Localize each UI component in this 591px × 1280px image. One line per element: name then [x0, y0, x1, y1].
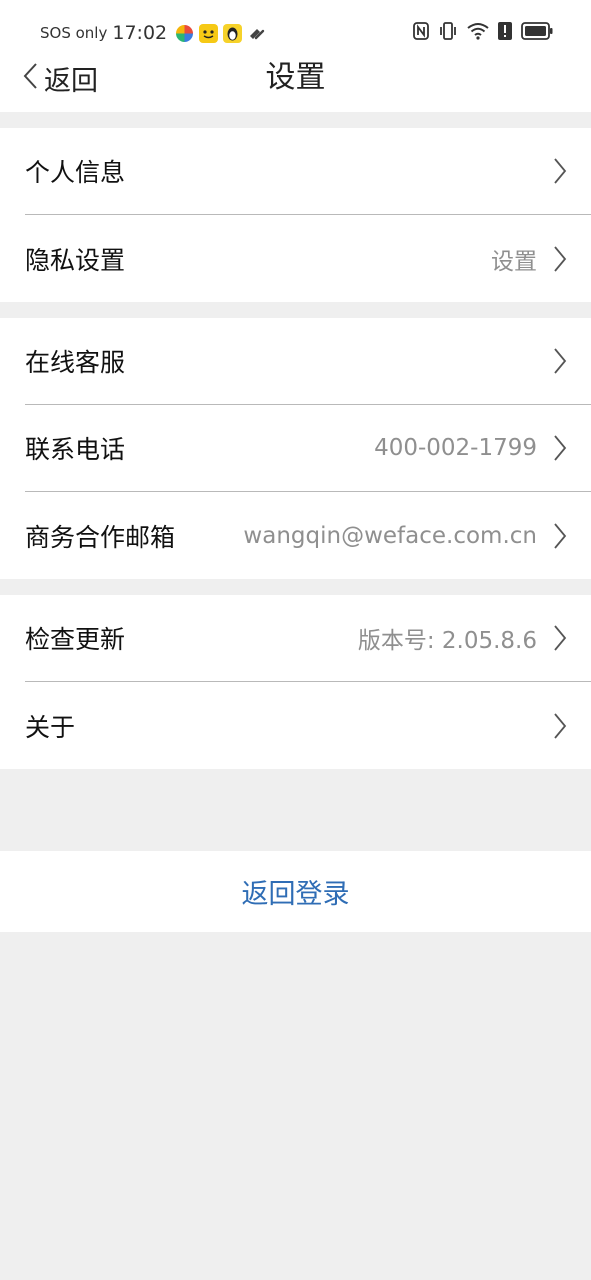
app-badge-icon: [247, 24, 266, 43]
privacy-settings-row[interactable]: 隐私设置 设置: [25, 215, 591, 302]
page-title: 设置: [265, 60, 326, 95]
vibrate-icon: [438, 21, 458, 45]
chevron-right-icon: [553, 522, 567, 549]
chevron-right-icon: [553, 625, 567, 651]
chevron-right-icon: [553, 348, 567, 374]
online-support-row[interactable]: 在线客服: [25, 318, 591, 405]
nfc-icon: [413, 22, 429, 44]
business-email-row[interactable]: 商务合作邮箱 wangqin@weface.com.cn: [25, 492, 591, 579]
app-yellow-face-icon: [199, 23, 219, 43]
chevron-right-icon: [553, 245, 567, 272]
business-email-label: 商务合作邮箱: [25, 522, 176, 552]
privacy-settings-value: 设置: [491, 248, 537, 275]
check-update-label: 检查更新: [25, 625, 126, 654]
check-update-row[interactable]: 检查更新 版本号: 2.05.8.6: [25, 595, 591, 682]
business-email-value: wangqin@weface.com.cn: [243, 522, 537, 549]
settings-group: 在线客服联系电话 400-002-1799 商务合作邮箱 wangqin@weface…: [0, 318, 591, 579]
contact-phone-row[interactable]: 联系电话 400-002-1799: [25, 405, 591, 492]
wifi-icon: [467, 22, 489, 44]
back-to-login-button[interactable]: 返回登录: [0, 851, 591, 932]
settings-group: 个人信息隐私设置 设置: [0, 128, 591, 302]
settings-group: 检查更新 版本号: 2.05.8.6 关于: [0, 595, 591, 769]
about-row[interactable]: 关于: [25, 682, 591, 769]
personal-info-row[interactable]: 个人信息: [25, 128, 591, 215]
back-to-login-label: 返回登录: [241, 879, 350, 910]
chevron-right-icon: [553, 158, 567, 184]
battery-icon: [521, 22, 553, 44]
nav-bar: 返回 设置: [0, 60, 591, 112]
contact-phone-label: 联系电话: [25, 435, 126, 464]
contact-phone-value: 400-002-1799: [374, 435, 537, 461]
about-label: 关于: [25, 712, 76, 742]
online-support-label: 在线客服: [25, 348, 126, 377]
settings-groups: 个人信息隐私设置 设置在线客服联系电话 400-002-1799 商务合作邮箱 wang…: [0, 128, 591, 769]
status-right: [413, 22, 553, 44]
header: SOS only 17:02 返回 设置: [0, 0, 591, 112]
check-update-value: 版本号: 2.05.8.6: [357, 628, 537, 654]
personal-info-label: 个人信息: [25, 158, 126, 187]
chevron-right-icon: [553, 435, 567, 461]
carrier-text: SOS only: [40, 24, 108, 42]
privacy-settings-label: 隐私设置: [25, 245, 126, 275]
app-penguin-icon: [223, 23, 243, 43]
clock-text: 17:02: [112, 22, 168, 44]
app-pinwheel-icon: [175, 24, 194, 43]
alert-icon: [498, 22, 512, 44]
status-bar: SOS only 17:02: [0, 0, 591, 60]
status-left: SOS only 17:02: [40, 21, 271, 45]
chevron-right-icon: [553, 712, 567, 739]
